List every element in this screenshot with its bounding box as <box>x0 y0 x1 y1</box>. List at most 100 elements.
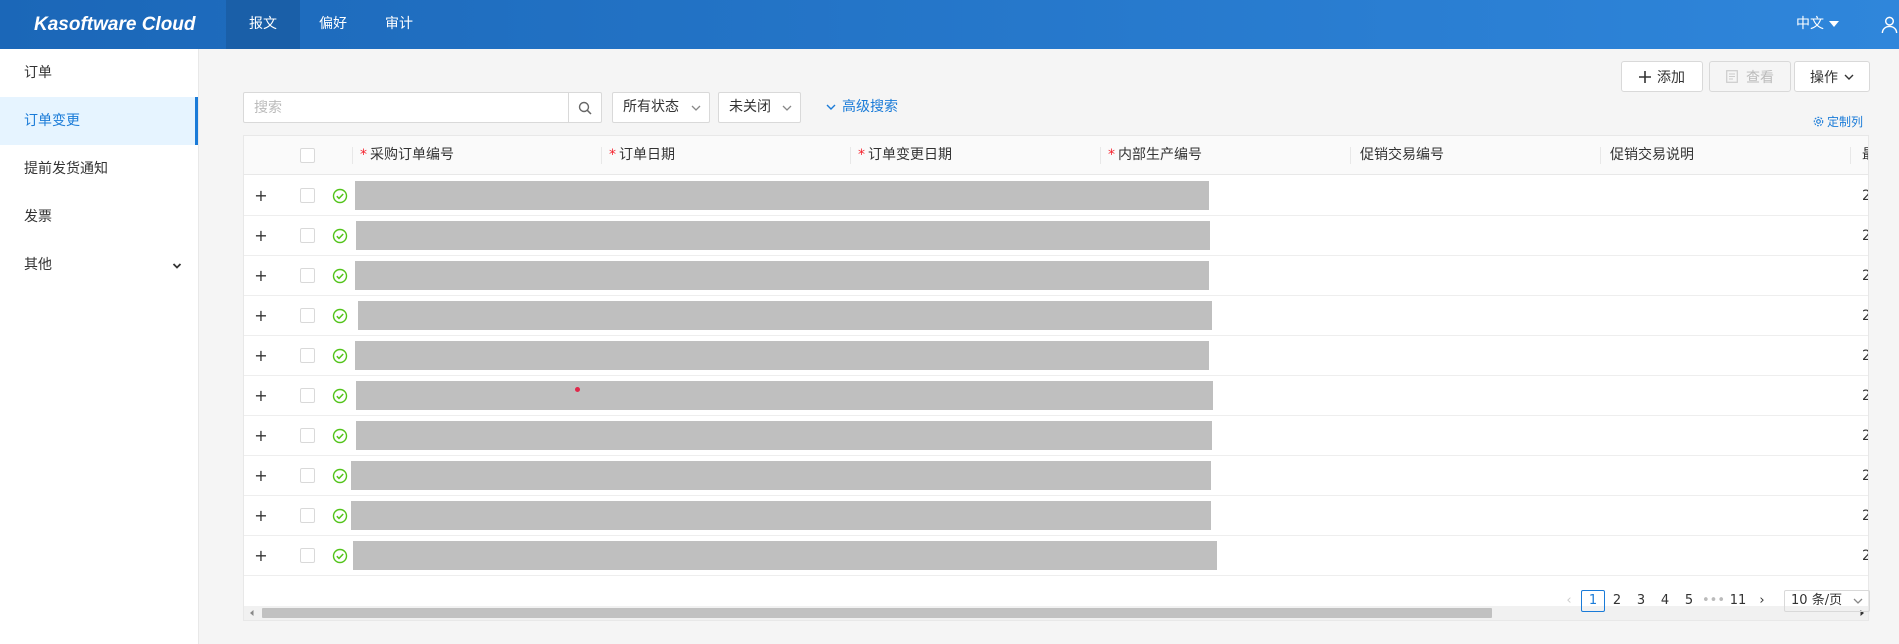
table-row[interactable]: +20 <box>244 256 1868 296</box>
brand-logo[interactable]: Kasoftware Cloud <box>0 0 226 49</box>
column-header-label: 内部生产编号 <box>1118 147 1202 163</box>
expand-row-icon[interactable]: + <box>254 188 268 204</box>
row-checkbox[interactable] <box>300 308 315 323</box>
table-row[interactable]: +20 <box>244 496 1868 536</box>
search-input[interactable] <box>244 93 564 122</box>
row-checkbox[interactable] <box>300 548 315 563</box>
expand-row-icon[interactable]: + <box>254 508 268 524</box>
page-11[interactable]: 11 <box>1726 590 1750 612</box>
column-header-promotion-description[interactable]: 促销交易说明 <box>1610 136 1694 175</box>
redacted-cells <box>355 261 1209 290</box>
table-header: * 采购订单编号 * 订单日期 * 订单变更日期 * 内部生产编号 促销交易编号 促销交… <box>244 136 1868 175</box>
status-filter[interactable]: 所有状态 <box>612 92 710 123</box>
redacted-cells <box>355 181 1209 210</box>
table-row[interactable]: +20 <box>244 376 1868 416</box>
status-ok-icon <box>332 348 348 364</box>
expand-row-icon[interactable]: + <box>254 268 268 284</box>
last-column-cell: 20 <box>1862 256 1868 296</box>
add-button-label: 添加 <box>1657 69 1685 86</box>
column-header-internal-production-number[interactable]: * 内部生产编号 <box>1108 136 1202 175</box>
expand-row-icon[interactable]: + <box>254 308 268 324</box>
expand-row-icon[interactable]: + <box>254 228 268 244</box>
table-row[interactable]: +20 <box>244 536 1868 576</box>
page-1[interactable]: 1 <box>1581 590 1605 612</box>
chevron-down-icon <box>782 105 792 111</box>
last-column-cell: 20 <box>1862 456 1868 496</box>
redacted-cells <box>356 421 1212 450</box>
scrollbar-thumb[interactable] <box>262 608 1492 618</box>
last-column-cell: 20 <box>1862 336 1868 376</box>
page-3[interactable]: 3 <box>1629 590 1653 612</box>
last-column-cell: 20 <box>1862 496 1868 536</box>
sidebar-item-orders[interactable]: 订单 <box>0 49 198 97</box>
sidebar-item-invoices[interactable]: 发票 <box>0 193 198 241</box>
row-checkbox[interactable] <box>300 388 315 403</box>
page-ellipsis[interactable]: ••• <box>1701 590 1726 612</box>
expand-row-icon[interactable]: + <box>254 348 268 364</box>
column-header-promotion-number[interactable]: 促销交易编号 <box>1360 136 1444 175</box>
table-row[interactable]: +20 <box>244 416 1868 456</box>
language-selector[interactable]: 中文 <box>1796 0 1839 49</box>
closed-filter[interactable]: 未关闭 <box>718 92 801 123</box>
scroll-left-icon[interactable] <box>248 609 256 617</box>
column-header-change-date[interactable]: * 订单变更日期 <box>858 136 952 175</box>
row-checkbox[interactable] <box>300 228 315 243</box>
select-all-checkbox[interactable] <box>300 148 315 163</box>
row-checkbox[interactable] <box>300 428 315 443</box>
search-button[interactable] <box>568 93 601 122</box>
table-row[interactable]: +20 <box>244 176 1868 216</box>
nav-preferences[interactable]: 偏好 <box>300 0 366 49</box>
closed-filter-value: 未关闭 <box>729 99 771 115</box>
table-row[interactable]: +20 <box>244 296 1868 336</box>
column-divider <box>352 147 353 164</box>
advanced-search-link[interactable]: 高级搜索 <box>826 92 898 123</box>
chevron-down-icon <box>172 263 182 269</box>
add-button[interactable]: 添加 <box>1621 61 1703 92</box>
column-header-order-date[interactable]: * 订单日期 <box>609 136 675 175</box>
plus-icon <box>1639 70 1651 83</box>
user-icon[interactable] <box>1880 15 1899 34</box>
view-button[interactable]: 查看 <box>1709 61 1791 92</box>
row-checkbox[interactable] <box>300 268 315 283</box>
column-header-po-number[interactable]: * 采购订单编号 <box>360 136 454 175</box>
search-icon <box>578 101 592 115</box>
expand-row-icon[interactable]: + <box>254 468 268 484</box>
page-4[interactable]: 4 <box>1653 590 1677 612</box>
status-ok-icon <box>332 188 348 204</box>
prev-page-button[interactable]: ‹ <box>1557 590 1581 612</box>
expand-row-icon[interactable]: + <box>254 428 268 444</box>
page-2[interactable]: 2 <box>1605 590 1629 612</box>
row-checkbox[interactable] <box>300 508 315 523</box>
row-checkbox[interactable] <box>300 468 315 483</box>
caret-down-icon <box>1829 21 1839 27</box>
required-marker: * <box>858 147 865 163</box>
page-size-select[interactable]: 10 条/页 <box>1784 590 1871 612</box>
table-row[interactable]: +20 <box>244 456 1868 496</box>
sidebar-item-advance-ship-notice[interactable]: 提前发货通知 <box>0 145 198 193</box>
sidebar-item-order-changes[interactable]: 订单变更 <box>0 97 198 145</box>
actions-dropdown[interactable]: 操作 <box>1794 61 1870 92</box>
next-page-button[interactable]: › <box>1750 590 1774 612</box>
column-header-label: 订单日期 <box>619 147 675 163</box>
red-dot-marker <box>575 387 580 392</box>
chevron-down-icon <box>691 105 701 111</box>
column-divider <box>601 147 602 164</box>
status-filter-value: 所有状态 <box>623 99 679 115</box>
column-header-last[interactable]: 最 <box>1862 136 1868 175</box>
customize-columns-link[interactable]: 定制列 <box>1813 113 1863 130</box>
last-column-cell: 20 <box>1862 216 1868 256</box>
sidebar-item-other[interactable]: 其他 <box>0 241 198 289</box>
row-checkbox[interactable] <box>300 348 315 363</box>
top-bar: Kasoftware Cloud 报文 偏好 审计 中文 <box>0 0 1899 49</box>
nav-messages[interactable]: 报文 <box>226 0 300 49</box>
redacted-cells <box>351 501 1211 530</box>
expand-row-icon[interactable]: + <box>254 388 268 404</box>
table-row[interactable]: +20 <box>244 216 1868 256</box>
page-5[interactable]: 5 <box>1677 590 1701 612</box>
expand-row-icon[interactable]: + <box>254 548 268 564</box>
nav-audit[interactable]: 审计 <box>366 0 432 49</box>
sidebar: 订单 订单变更 提前发货通知 发票 其他 <box>0 49 199 644</box>
row-checkbox[interactable] <box>300 188 315 203</box>
table-row[interactable]: +20 <box>244 336 1868 376</box>
redacted-cells <box>351 461 1211 490</box>
